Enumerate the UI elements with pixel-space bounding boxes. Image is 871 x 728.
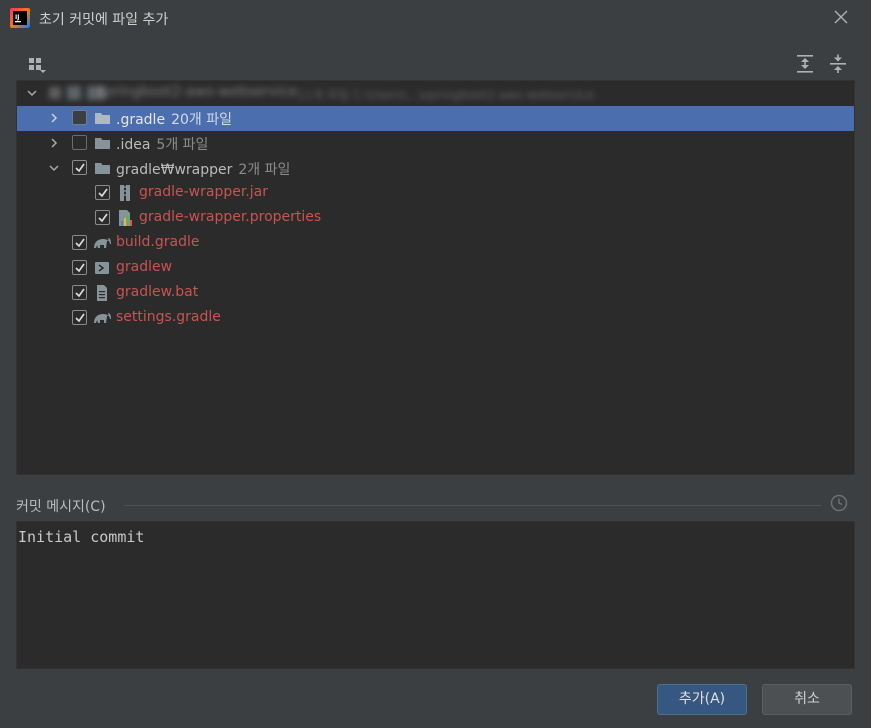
tree-row-settings-gradle[interactable]: settings.gradle bbox=[17, 306, 854, 331]
check-icon bbox=[75, 163, 85, 173]
group-by-icon[interactable] bbox=[28, 56, 46, 74]
checkbox-gradlew-bat[interactable] bbox=[72, 285, 87, 300]
intellij-idea-icon: IJ bbox=[10, 8, 30, 28]
divider bbox=[124, 505, 821, 506]
tree-row-label: .gradle 20개 파일 bbox=[116, 112, 232, 128]
check-icon bbox=[75, 288, 85, 298]
checkbox-gradle-wrapper-dir[interactable] bbox=[72, 160, 87, 175]
checkbox-gradle-dir[interactable] bbox=[72, 110, 87, 125]
tree-row-idea-dir[interactable]: .idea 5개 파일 bbox=[17, 131, 854, 156]
title-bar: IJ 초기 커밋에 파일 추가 bbox=[0, 0, 871, 36]
tree-row-gradle-wrapper-properties[interactable]: gradle-wrapper.properties bbox=[17, 206, 854, 231]
clock-history-icon[interactable] bbox=[830, 494, 848, 512]
shell-script-icon bbox=[95, 262, 109, 274]
commit-message-editor[interactable]: Initial commit bbox=[16, 521, 855, 669]
close-icon[interactable] bbox=[833, 9, 849, 25]
tree-row-label: build.gradle bbox=[116, 234, 200, 250]
chevron-right-icon[interactable] bbox=[48, 137, 60, 149]
folder-icon bbox=[95, 113, 110, 124]
dialog-title: 초기 커밋에 파일 추가 bbox=[39, 12, 169, 28]
tree-row-gradlew[interactable]: gradlew bbox=[17, 256, 854, 281]
tree-row-gradle-wrapper-dir[interactable]: gradle₩wrapper 2개 파일 bbox=[17, 156, 854, 181]
commit-message-text[interactable]: Initial commit bbox=[18, 528, 144, 546]
folder-icon bbox=[95, 163, 110, 174]
tree-row-gradle-dir[interactable]: .gradle 20개 파일 bbox=[17, 106, 854, 131]
svg-text:IJ: IJ bbox=[15, 14, 19, 21]
tree-row-gradle-wrapper-jar[interactable]: gradle-wrapper.jar bbox=[17, 181, 854, 206]
root-label: springboot2-aws-webservice bbox=[97, 84, 298, 100]
gradle-elephant-icon bbox=[94, 238, 111, 248]
tree-row-build-gradle[interactable]: build.gradle bbox=[17, 231, 854, 256]
tree-row-label: gradlew.bat bbox=[116, 284, 199, 300]
archive-jar-icon bbox=[120, 185, 130, 201]
expand-all-icon[interactable] bbox=[796, 54, 814, 74]
checkbox-gradle-wrapper-jar[interactable] bbox=[95, 185, 110, 200]
tree-row-label: gradle-wrapper.properties bbox=[139, 209, 322, 225]
tree-row-gradlew-bat[interactable]: gradlew.bat bbox=[17, 281, 854, 306]
tree-row-label: .idea 5개 파일 bbox=[116, 137, 209, 153]
checkbox-gradlew[interactable] bbox=[72, 260, 87, 275]
cancel-button[interactable]: 취소 bbox=[762, 684, 852, 715]
root-detail: 11개 파일 C:\Users\...\springboot2-aws-webs… bbox=[297, 88, 595, 102]
tree-root-row[interactable]: springboot2-aws-webservice 11개 파일 C:\Use… bbox=[17, 81, 854, 106]
add-button[interactable]: 추가(A) bbox=[657, 684, 747, 715]
checkbox-gradle-wrapper-properties[interactable] bbox=[95, 210, 110, 225]
checkbox-build-gradle[interactable] bbox=[72, 235, 87, 250]
gradle-elephant-icon bbox=[94, 313, 111, 323]
collapse-all-icon[interactable] bbox=[829, 54, 847, 74]
commit-message-label: 커밋 메시지(C) bbox=[16, 499, 106, 515]
chevron-right-icon[interactable] bbox=[48, 112, 60, 124]
chevron-down-icon[interactable] bbox=[26, 87, 38, 99]
checkbox-settings-gradle[interactable] bbox=[72, 310, 87, 325]
checkbox-idea-dir[interactable] bbox=[72, 135, 87, 150]
check-icon bbox=[75, 238, 85, 248]
chevron-down-icon[interactable] bbox=[48, 162, 60, 174]
tree-row-label: settings.gradle bbox=[116, 309, 221, 325]
tree-row-label: gradle-wrapper.jar bbox=[139, 184, 268, 200]
check-icon bbox=[98, 188, 108, 198]
text-file-icon bbox=[97, 285, 107, 301]
changes-tree[interactable]: springboot2-aws-webservice 11개 파일 C:\Use… bbox=[16, 80, 855, 475]
tree-row-label: gradle₩wrapper 2개 파일 bbox=[116, 162, 291, 178]
properties-file-icon bbox=[119, 210, 132, 226]
folder-icon bbox=[95, 138, 110, 149]
check-icon bbox=[75, 313, 85, 323]
check-icon bbox=[75, 263, 85, 273]
check-icon bbox=[98, 213, 108, 223]
tree-row-label: gradlew bbox=[116, 259, 173, 275]
